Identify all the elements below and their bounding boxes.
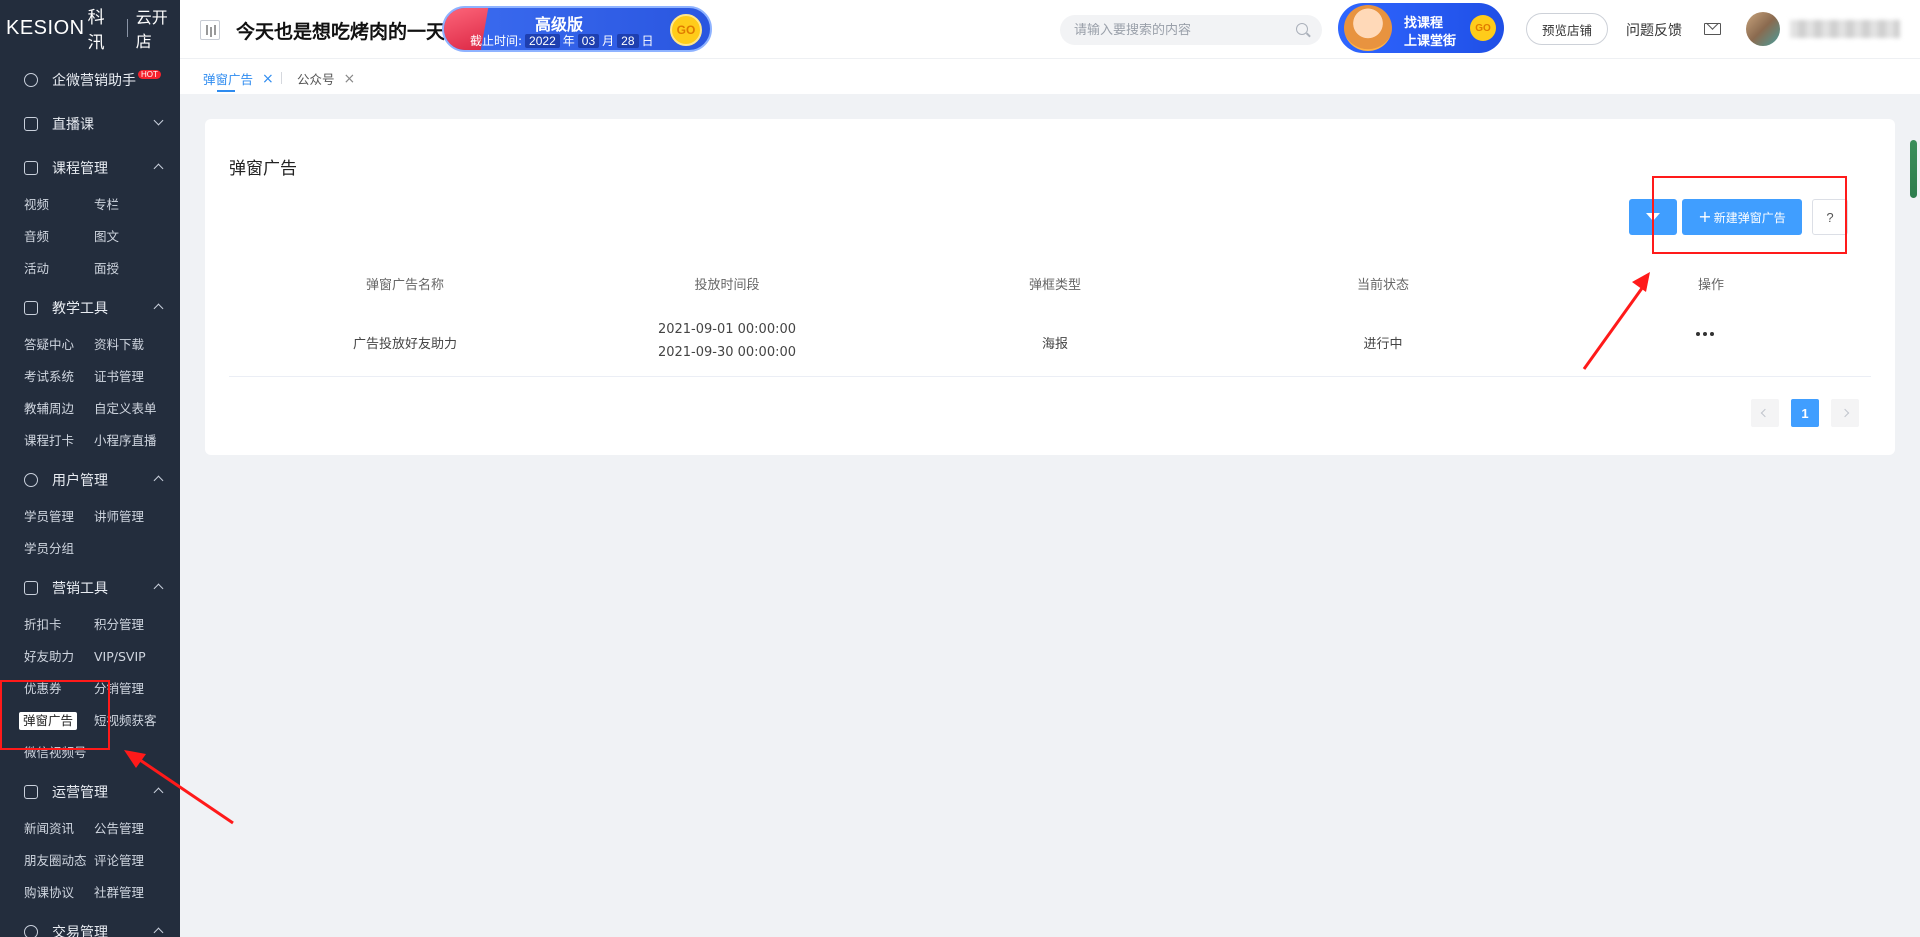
annotation-arrow-line-right — [1582, 283, 1647, 370]
annotation-arrowhead-left — [124, 750, 146, 768]
annotation-arrow-line-left — [139, 758, 234, 825]
annotation-arrows — [124, 272, 1650, 825]
